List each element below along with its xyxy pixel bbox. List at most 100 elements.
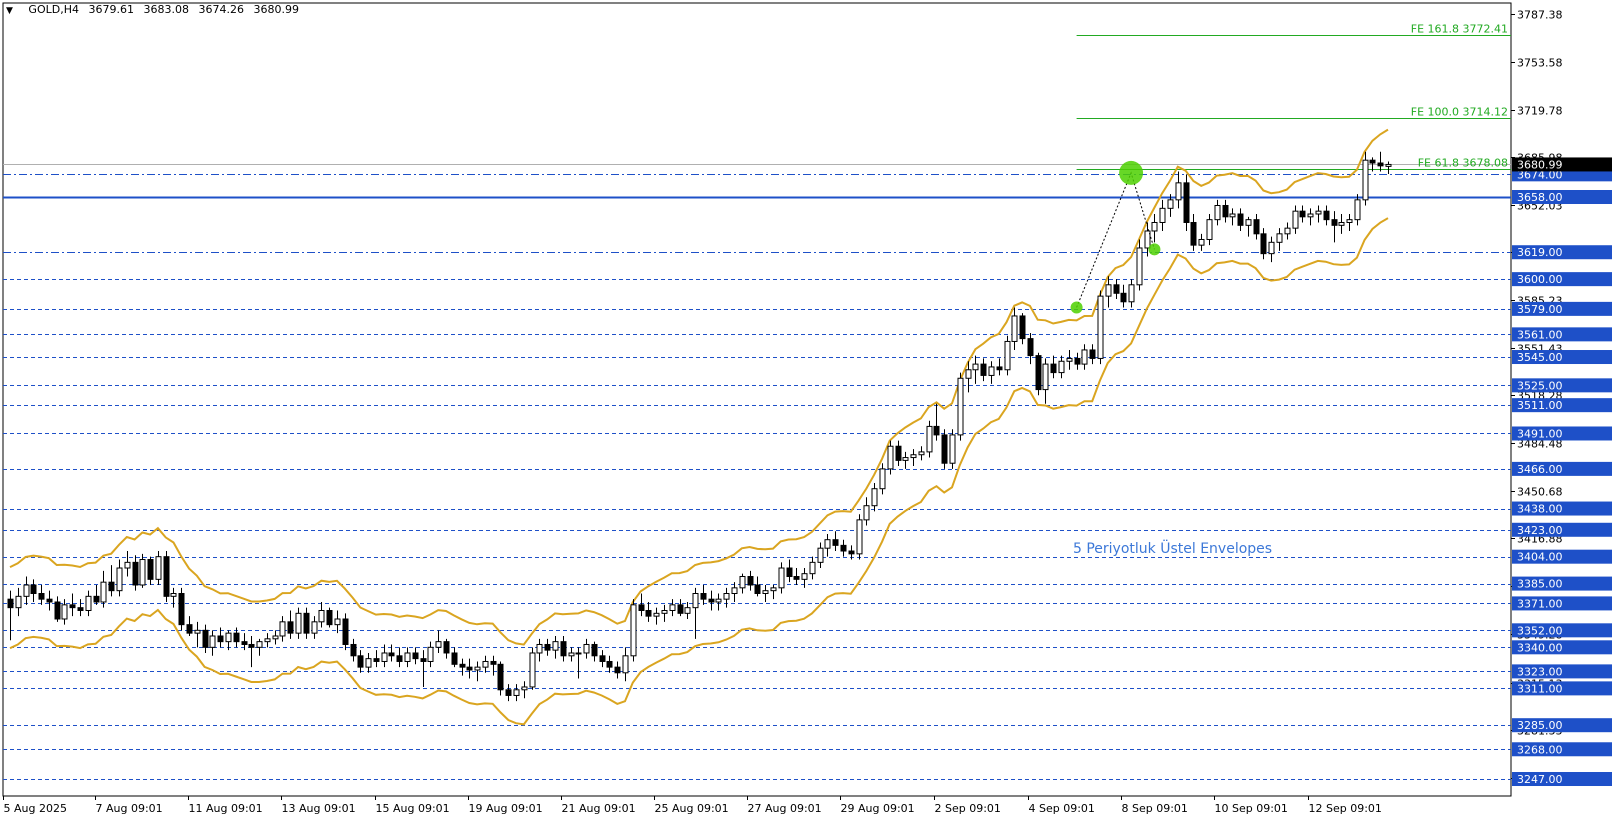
open-value: 3679.61 (88, 3, 134, 16)
x-tick-label: 7 Aug 09:01 (96, 802, 163, 815)
candle (1035, 352, 1042, 396)
candle-body (575, 652, 582, 655)
candle-body (933, 425, 940, 436)
candle-body (147, 559, 154, 580)
candle-body (552, 641, 559, 651)
candle-body (1198, 238, 1205, 246)
candle-body (1245, 219, 1252, 226)
candle-body (1222, 204, 1229, 218)
candle-body (1354, 199, 1361, 221)
candle-body (801, 573, 808, 580)
candle (1004, 335, 1011, 376)
x-tick-label: 2 Sep 09:01 (935, 802, 1001, 815)
candle (326, 607, 333, 628)
candle-body (1027, 338, 1034, 357)
fib-level-label: FE 100.0 3714.12 (1411, 106, 1508, 119)
candle-body (684, 607, 691, 614)
candle-body (1377, 162, 1384, 167)
candle-body (645, 609, 652, 617)
candle-body (887, 445, 894, 470)
candle-body (93, 595, 100, 603)
candle-body (427, 646, 434, 662)
candle (1362, 151, 1369, 206)
candle-body (443, 641, 450, 654)
candle-body (412, 652, 419, 660)
price-chart[interactable]: FE 161.8 3772.41 FE 100.0 3714.12 FE 61.8 … (0, 0, 1614, 840)
high-value: 3683.08 (143, 3, 189, 16)
price-level-tag-label: 3600.00 (1517, 273, 1563, 286)
price-level-tag-label: 3352.00 (1517, 624, 1563, 637)
candle-body (677, 604, 684, 614)
candle-body (108, 581, 115, 592)
price-level-tag-label: 3545.00 (1517, 351, 1563, 364)
candle-body (1120, 292, 1127, 303)
candle-body (1385, 163, 1392, 167)
x-tick-label: 15 Aug 09:01 (376, 802, 450, 815)
candle-body (155, 556, 162, 580)
candle-body (770, 587, 777, 592)
candle-body (544, 643, 551, 651)
x-tick-label: 12 Sep 09:01 (1309, 802, 1382, 815)
candle (1183, 174, 1190, 231)
fib-level-label: FE 161.8 3772.41 (1411, 23, 1508, 36)
candle-body (1338, 221, 1345, 226)
x-tick-label: 4 Sep 09:01 (1029, 802, 1095, 815)
candle-body (1292, 210, 1299, 229)
x-tick-label: 10 Sep 09:01 (1215, 802, 1288, 815)
candle-body (1276, 233, 1283, 243)
candle-body (233, 632, 240, 643)
x-tick-label: 21 Aug 09:01 (562, 802, 636, 815)
candle-body (124, 561, 131, 569)
price-level-tag-label: 3268.00 (1517, 743, 1563, 756)
symbol-header[interactable]: ▼ GOLD,H4 3679.61 3683.08 3674.26 3680.9… (6, 3, 299, 16)
candle-body (1307, 213, 1314, 218)
candle-body (15, 595, 22, 609)
x-tick-label: 25 Aug 09:01 (655, 802, 729, 815)
candle-body (1066, 357, 1073, 362)
candle-body (809, 561, 816, 575)
candle-body (630, 604, 637, 657)
candle-body (272, 635, 279, 640)
candle-body (116, 567, 123, 592)
candle-body (941, 434, 948, 464)
candle-body (731, 587, 738, 595)
candle (949, 429, 956, 469)
candle-body (202, 629, 209, 648)
candle-body (521, 686, 528, 691)
candle-body (1315, 210, 1322, 215)
candle-body (536, 643, 543, 654)
price-level-tag-label: 3466.00 (1517, 463, 1563, 476)
candle-body (388, 652, 395, 657)
candle-body (85, 595, 92, 611)
candle (163, 551, 170, 602)
candle-body (1362, 159, 1369, 201)
price-level-tag-label: 3525.00 (1517, 379, 1563, 392)
candle-body (365, 658, 372, 668)
candle-body (46, 598, 53, 603)
y-tick-label: 3787.38 (1517, 9, 1563, 22)
fe-point-marker (1148, 243, 1161, 256)
candle-body (918, 451, 925, 456)
candle-body (61, 604, 68, 620)
candle-body (225, 632, 232, 643)
candle-body (949, 434, 956, 464)
candle-body (1136, 247, 1143, 286)
candle-body (1011, 315, 1018, 342)
candle-body (895, 445, 902, 461)
candle-body (100, 581, 107, 603)
x-tick-label: 27 Aug 09:01 (748, 802, 822, 815)
candle-body (957, 377, 964, 436)
candle-body (482, 660, 489, 668)
candle-body (614, 666, 621, 674)
candle-body (497, 663, 504, 691)
x-tick-label: 11 Aug 09:01 (189, 802, 263, 815)
candle-body (217, 635, 224, 643)
candle-body (357, 655, 364, 668)
candle-body (568, 652, 575, 657)
fib-level-label: FE 61.8 3678.08 (1418, 157, 1508, 170)
candle-body (77, 607, 84, 611)
triangle-down-icon[interactable]: ▼ (6, 6, 13, 16)
candle-body (1214, 204, 1221, 221)
candle-body (848, 550, 855, 555)
candle-body (404, 652, 411, 662)
